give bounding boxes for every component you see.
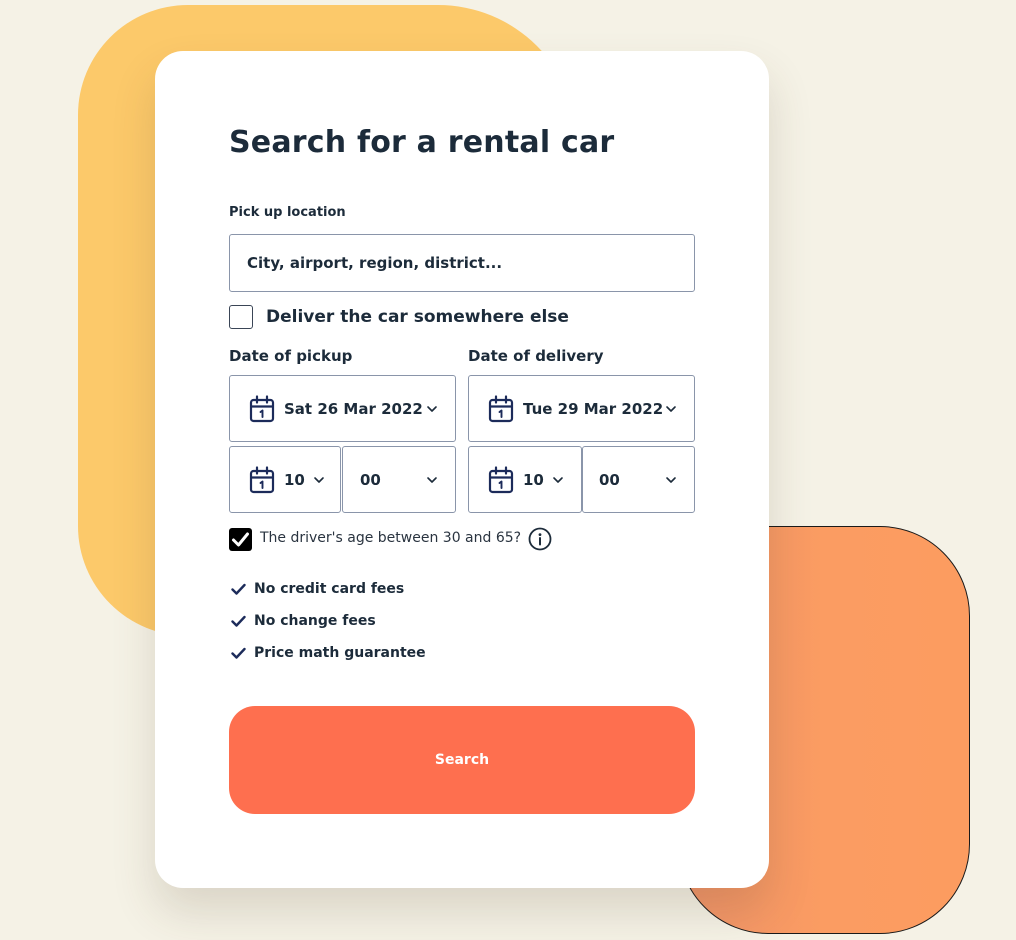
delivery-minute-select[interactable]: 00 <box>582 446 695 513</box>
deliver-elsewhere-label[interactable]: Deliver the car somewhere else <box>266 307 569 327</box>
delivery-date-value: Tue 29 Mar 2022 <box>523 399 664 418</box>
delivery-hour-value: 10 <box>523 470 544 489</box>
calendar-icon <box>249 465 275 493</box>
search-button[interactable]: Search <box>229 706 695 814</box>
chevron-down-icon <box>427 405 437 412</box>
date-of-pickup-label: Date of pickup <box>229 347 353 365</box>
driver-age-label[interactable]: The driver's age between 30 and 65? <box>260 530 521 546</box>
chevron-down-icon <box>314 476 324 483</box>
chevron-down-icon <box>427 476 437 483</box>
pickup-date-select[interactable]: Sat 26 Mar 2022 <box>229 375 456 442</box>
checkmark-icon <box>231 583 246 595</box>
calendar-icon <box>249 394 275 422</box>
pickup-minute-select[interactable]: 00 <box>342 446 456 513</box>
feature-label: No credit card fees <box>254 581 405 597</box>
calendar-icon <box>488 465 514 493</box>
delivery-hour-select[interactable]: 10 <box>468 446 582 513</box>
pickup-hour-select[interactable]: 10 <box>229 446 341 513</box>
checkmark-icon <box>231 647 246 659</box>
delivery-minute-value: 00 <box>599 470 620 489</box>
calendar-icon <box>488 394 514 422</box>
date-of-delivery-label: Date of delivery <box>468 347 604 365</box>
chevron-down-icon <box>553 476 563 483</box>
pickup-hour-value: 10 <box>284 470 305 489</box>
page-title: Search for a rental car <box>229 125 615 160</box>
pickup-minute-value: 00 <box>360 470 381 489</box>
pickup-date-value: Sat 26 Mar 2022 <box>284 399 423 418</box>
driver-age-checkbox[interactable] <box>229 528 252 551</box>
pickup-location-placeholder: City, airport, region, district... <box>247 254 503 272</box>
chevron-down-icon <box>666 476 676 483</box>
rental-search-card: Search for a rental car Pick up location… <box>155 51 769 888</box>
checkmark-icon <box>231 615 246 627</box>
feature-label: Price math guarantee <box>254 645 426 661</box>
info-icon[interactable] <box>528 527 552 551</box>
delivery-date-select[interactable]: Tue 29 Mar 2022 <box>468 375 695 442</box>
deliver-elsewhere-checkbox[interactable] <box>229 305 253 329</box>
pickup-location-label: Pick up location <box>229 205 346 220</box>
feature-label: No change fees <box>254 613 376 629</box>
chevron-down-icon <box>666 405 676 412</box>
checkmark-icon <box>232 532 249 547</box>
pickup-location-input[interactable]: City, airport, region, district... <box>229 234 695 292</box>
